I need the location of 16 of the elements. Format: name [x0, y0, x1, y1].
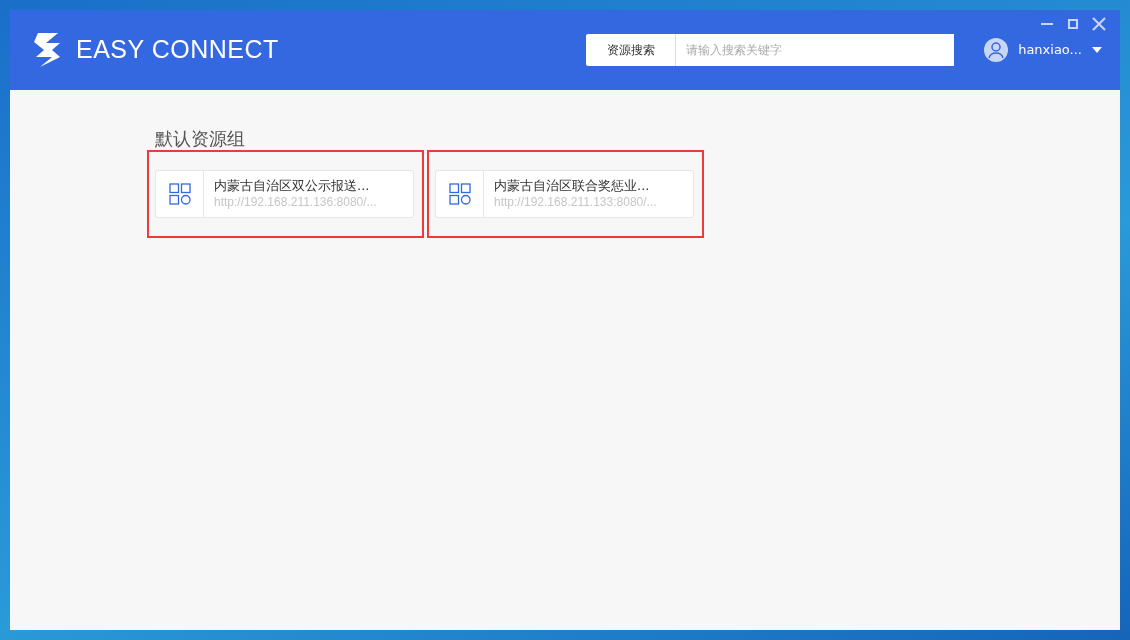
- search-button[interactable]: 资源搜索: [586, 34, 677, 66]
- resource-url: http://192.168.211.133:8080/...: [494, 194, 657, 211]
- apps-icon: [168, 182, 191, 205]
- caret-icon[interactable]: [1092, 47, 1102, 53]
- user-name[interactable]: hanxiao...: [1018, 40, 1082, 60]
- resource-url: http://192.168.211.136:8080/...: [214, 194, 377, 211]
- maximize-icon[interactable]: [1066, 17, 1080, 31]
- resource-name: 内蒙古自治区双公示报送...: [214, 176, 371, 195]
- resource-card[interactable]: 内蒙古自治区联合奖惩业... http://192.168.211.133:8080/...: [435, 169, 694, 218]
- apps-icon: [448, 182, 471, 205]
- logo-text: EASY CONNECT: [76, 34, 279, 66]
- close-icon[interactable]: [1092, 17, 1106, 31]
- avatar-icon[interactable]: [984, 38, 1009, 62]
- resource-name: 内蒙古自治区联合奖惩业...: [494, 176, 651, 195]
- resource-card[interactable]: 内蒙古自治区双公示报送... http://192.168.211.136:8080/...: [155, 169, 414, 218]
- group-title: 默认资源组: [155, 128, 246, 150]
